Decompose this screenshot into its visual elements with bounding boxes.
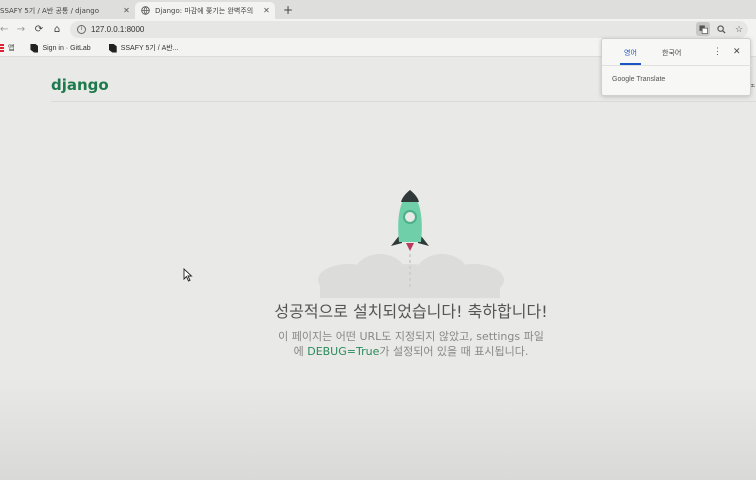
zoom-icon[interactable] [714,22,728,36]
bookmark-ssafy[interactable]: SSAFY 5기 / A반... [108,43,179,53]
url-text: 127.0.0.1:8000 [91,25,145,34]
home-icon[interactable]: ⌂ [48,24,66,35]
bookmark-label: SSAFY 5기 / A반... [120,45,179,52]
google-translate-label: Google Translate [612,76,666,83]
translate-popup: 영어 한국어 ⋮ ✕ Google Translate [601,38,752,96]
tab-title: Django: 마감에 쫓기는 완벽주의 [155,6,254,15]
bookmark-star-icon[interactable]: ☆ [732,22,746,36]
site-info-icon[interactable]: i [77,25,86,34]
tab-source-language[interactable]: 영어 [620,48,641,65]
django-logo[interactable]: django [51,76,109,94]
success-description: 이 페이지는 어떤 URL도 지정되지 않았고, settings 파일 에 D… [0,329,756,359]
tab-strip: SSAFY 5기 / A반 공통 / django ✕ Django: 마감에 … [0,0,756,19]
bookmark-label: Sign in · GitLab [42,44,91,52]
translate-icon[interactable] [696,22,710,36]
forward-icon[interactable]: → [12,24,30,35]
bottom-shade [0,378,756,480]
tab-close-icon[interactable]: ✕ [262,6,271,15]
rocket-illustration [318,190,504,298]
tab-django[interactable]: Django: 마감에 쫓기는 완벽주의 ✕ [135,2,275,19]
reload-icon[interactable]: ⟳ [30,24,48,35]
tab-target-language[interactable]: 한국어 [662,48,681,58]
new-tab-button[interactable]: + [283,2,293,19]
back-icon[interactable]: ← [0,24,8,35]
debug-setting-link[interactable]: DEBUG=True [307,345,379,358]
page-content: django 성공적으로 설치되었습니다! 축하합니다! 이 페이지는 어떤 U… [0,58,756,480]
desc-line: 에 DEBUG=True가 설정되어 있을 때 표시됩니다. [0,344,756,359]
gitlab-icon [108,43,117,53]
bookmark-apps[interactable]: 앱 [0,43,14,53]
desc-line: 이 페이지는 어떤 URL도 지정되지 않았고, settings 파일 [278,330,544,343]
tab-title: SSAFY 5기 / A반 공통 / django [0,6,100,15]
success-headline: 성공적으로 설치되었습니다! 축하합니다! [274,302,548,321]
address-bar[interactable]: i 127.0.0.1:8000 ☆ [70,21,748,38]
desc-text: 가 설정되어 있을 때 표시됩니다. [379,345,529,358]
globe-icon [141,6,150,15]
more-options-icon[interactable]: ⋮ [713,46,722,57]
apps-icon [0,43,4,53]
header-divider [51,101,756,102]
translate-tabs: 영어 한국어 ⋮ ✕ [602,39,752,66]
bookmark-label: 앱 [8,45,15,52]
close-icon[interactable]: ✕ [733,46,741,57]
bookmark-gitlab[interactable]: Sign in · GitLab [30,43,91,53]
tab-close-icon[interactable]: ✕ [122,6,131,15]
tab-ssafy[interactable]: SSAFY 5기 / A반 공통 / django ✕ [0,2,135,19]
mouse-cursor-icon [183,268,193,282]
browser-toolbar: ← → ⟳ ⌂ i 127.0.0.1:8000 ☆ [0,19,756,40]
gitlab-icon [30,43,39,53]
desc-text: 에 [293,345,308,358]
